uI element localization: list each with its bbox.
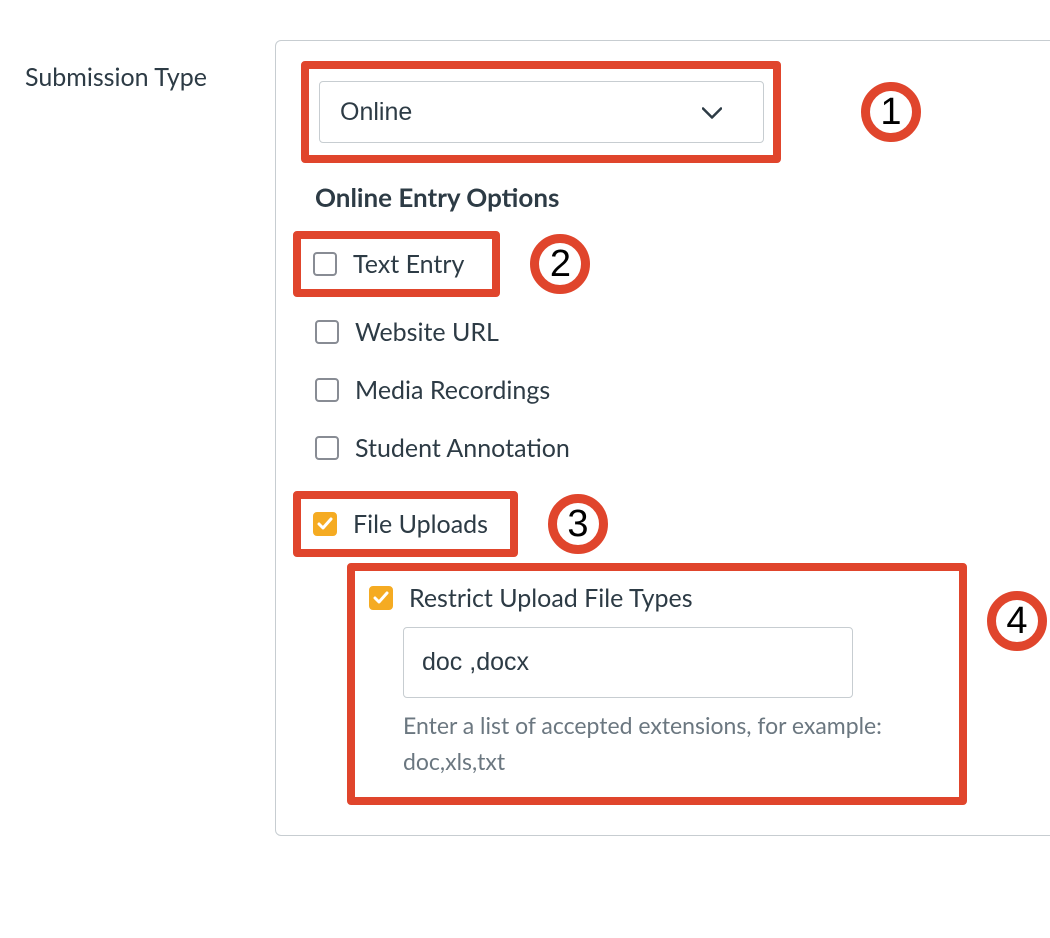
submission-type-label: Submission Type — [25, 40, 245, 92]
annotation-badge-1: 1 — [861, 82, 921, 142]
annotation-badge-4: 4 — [987, 591, 1047, 651]
student-annotation-label: Student Annotation — [355, 433, 570, 463]
website-url-checkbox[interactable] — [315, 320, 339, 344]
text-entry-checkbox[interactable] — [313, 252, 337, 276]
annotation-badge-3: 3 — [548, 494, 608, 554]
allowed-extensions-input[interactable] — [403, 627, 853, 698]
allowed-extensions-help-line1: Enter a list of accepted extensions, for… — [403, 708, 923, 744]
restrict-upload-types-label: Restrict Upload File Types — [409, 583, 693, 613]
file-uploads-label: File Uploads — [353, 509, 488, 539]
callout-2: Text Entry — [293, 231, 500, 297]
submission-type-panel: Online 1 Online Entry Options Text Entry… — [275, 40, 1050, 836]
callout-4: Restrict Upload File Types Enter a list … — [347, 563, 967, 805]
media-recordings-label: Media Recordings — [355, 375, 550, 405]
callout-3: File Uploads — [293, 491, 518, 557]
online-entry-options-heading: Online Entry Options — [315, 181, 1047, 213]
student-annotation-checkbox[interactable] — [315, 436, 339, 460]
submission-type-select[interactable]: Online — [319, 81, 764, 143]
media-recordings-checkbox[interactable] — [315, 378, 339, 402]
callout-1: Online — [301, 61, 781, 163]
restrict-upload-types-checkbox[interactable] — [369, 586, 393, 610]
website-url-label: Website URL — [355, 317, 499, 347]
annotation-badge-2: 2 — [530, 234, 590, 294]
file-uploads-checkbox[interactable] — [313, 512, 337, 536]
text-entry-label: Text Entry — [353, 249, 464, 279]
allowed-extensions-help-line2: doc,xls,txt — [403, 744, 923, 780]
